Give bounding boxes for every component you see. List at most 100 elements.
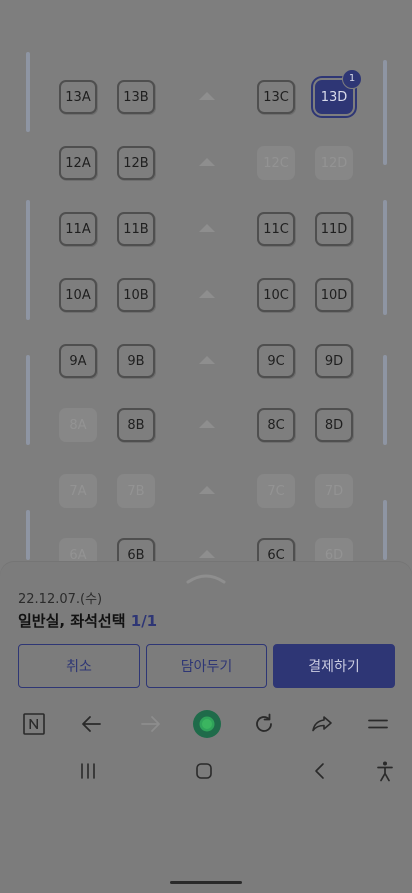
back-arrow-icon[interactable] [80,712,104,736]
seat-label: 13B [123,89,149,105]
seat-label: 12A [65,155,91,171]
seat-11b[interactable]: 11B [117,212,155,246]
seat-10b[interactable]: 10B [117,278,155,312]
back-icon[interactable] [312,762,328,780]
seat-row: 12A 12B 12C 12D [0,140,412,186]
seat-selection-sheet: 22.12.07.(수) 일반실, 좌석선택 1/1 취소 담아두기 결제하기 [0,562,412,700]
seat-8d[interactable]: 8D [315,408,353,442]
seat-9d[interactable]: 9D [315,344,353,378]
menu-icon[interactable] [366,712,390,736]
sheet-title: 일반실, 좌석선택 1/1 [18,610,157,631]
seat-12a[interactable]: 12A [59,146,97,180]
seat-label: 6D [324,547,344,563]
seat-label: 7C [267,483,285,499]
seat-7a: 7A [59,474,97,508]
seat-label: 9D [324,353,344,369]
cancel-button[interactable]: 취소 [18,644,140,688]
seat-map: 13A 13B 13C 13D 1 12A 12B 12C 12D 11A 11B 11C 11D 10A… [0,0,412,600]
browser-toolbar [0,700,412,748]
home-green-icon[interactable] [192,709,222,739]
aisle-arrow-icon [199,420,215,428]
seat-label: 13C [263,89,289,105]
naver-n-icon[interactable] [22,712,46,736]
selection-count-badge: 1 [342,69,362,89]
seat-label: 11C [263,221,289,237]
aisle-arrow-icon [199,356,215,364]
seat-label: 13A [65,89,91,105]
seat-label: 12D [320,155,348,171]
aisle-arrow-icon [199,486,215,494]
seat-12c: 12C [257,146,295,180]
seat-label: 10B [123,287,149,303]
seat-row: 9A 9B 9C 9D [0,338,412,384]
seat-11d[interactable]: 11D [315,212,353,246]
seat-label: 9C [267,353,285,369]
seat-11a[interactable]: 11A [59,212,97,246]
seat-10d[interactable]: 10D [315,278,353,312]
seat-class-label: 일반실, 좌석선택 [18,612,126,630]
chevron-up-icon[interactable] [186,572,226,584]
seat-8a: 8A [59,408,97,442]
seat-label: 9A [69,353,87,369]
forward-arrow-icon[interactable] [138,712,162,736]
seat-9b[interactable]: 9B [117,344,155,378]
seat-13a[interactable]: 13A [59,80,97,114]
seat-11c[interactable]: 11C [257,212,295,246]
seat-label: 12C [263,155,289,171]
seat-8c[interactable]: 8C [257,408,295,442]
seat-label: 8D [324,417,344,433]
aisle-arrow-icon [199,550,215,558]
seat-label: 11B [123,221,149,237]
seat-9c[interactable]: 9C [257,344,295,378]
aisle-arrow-icon [199,290,215,298]
share-icon[interactable] [310,712,334,736]
seat-7c: 7C [257,474,295,508]
seat-label: 7D [324,483,344,499]
seat-count: 1/1 [130,612,158,630]
seat-label: 10D [320,287,348,303]
seat-7b: 7B [117,474,155,508]
seat-label: 10C [263,287,289,303]
seat-row: 8A 8B 8C 8D [0,402,412,448]
travel-date: 22.12.07.(수) [18,592,103,607]
system-navigation-bar [0,748,412,794]
seat-row: 7A 7B 7C 7D [0,468,412,514]
aisle-arrow-icon [199,92,215,100]
seat-label: 7A [69,483,87,499]
home-icon[interactable] [195,762,213,780]
seat-10a[interactable]: 10A [59,278,97,312]
seat-label: 6B [127,547,145,563]
seat-label: 11A [65,221,91,237]
seat-7d: 7D [315,474,353,508]
seat-12d: 12D [315,146,353,180]
pay-button[interactable]: 결제하기 [273,644,395,688]
seat-label: 7B [127,483,145,499]
seat-13b[interactable]: 13B [117,80,155,114]
aisle-arrow-icon [199,158,215,166]
seat-12b[interactable]: 12B [117,146,155,180]
seat-label: 6A [69,547,87,563]
seat-13d[interactable]: 13D 1 [315,69,362,114]
seat-9a[interactable]: 9A [59,344,97,378]
seat-label: 6C [267,547,285,563]
home-indicator [170,881,242,884]
seat-row: 10A 10B 10C 10D [0,272,412,318]
seat-label: 8B [127,417,145,433]
seat-label: 10A [65,287,91,303]
save-to-cart-button[interactable]: 담아두기 [146,644,267,688]
recent-apps-icon[interactable] [78,762,98,780]
accessibility-icon[interactable] [375,760,395,782]
seat-label: 9B [127,353,145,369]
seat-row: 13A 13B 13C 13D 1 [0,69,412,120]
seat-10c[interactable]: 10C [257,278,295,312]
seat-row: 11A 11B 11C 11D [0,206,412,252]
aisle-arrow-icon [199,224,215,232]
seat-label: 8A [69,417,87,433]
seat-label: 12B [123,155,149,171]
seat-label: 13D [320,89,348,105]
seat-label: 11D [320,221,348,237]
refresh-icon[interactable] [252,712,276,736]
seat-13c[interactable]: 13C [257,80,295,114]
seat-8b[interactable]: 8B [117,408,155,442]
seat-label: 8C [267,417,285,433]
